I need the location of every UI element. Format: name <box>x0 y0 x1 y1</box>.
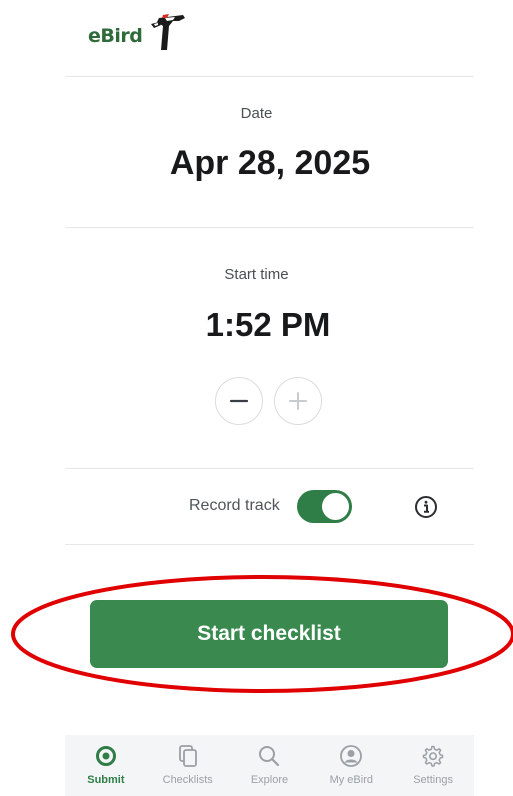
start-checklist-label: Start checklist <box>197 622 341 645</box>
tab-settings[interactable]: Settings <box>392 735 474 796</box>
divider <box>65 468 474 469</box>
record-track-toggle[interactable] <box>297 490 352 523</box>
tab-label: Explore <box>250 774 289 786</box>
search-icon <box>256 743 282 769</box>
start-time-value[interactable]: 1:52 PM <box>0 306 513 344</box>
record-track-label: Record track <box>189 497 280 514</box>
date-label: Date <box>240 105 273 122</box>
checklists-icon <box>175 743 201 769</box>
date-value[interactable]: Apr 28, 2025 <box>0 144 513 183</box>
divider <box>65 227 474 228</box>
plus-icon <box>289 392 307 410</box>
tab-label: Checklists <box>162 774 213 786</box>
tab-label: My eBird <box>329 774 373 786</box>
submit-icon <box>93 743 119 769</box>
tab-explore[interactable]: Explore <box>229 735 311 796</box>
toggle-knob <box>322 493 349 520</box>
decrement-time-button[interactable] <box>215 377 263 425</box>
tab-my-ebird[interactable]: My eBird <box>310 735 392 796</box>
logo-text: eBird <box>88 25 143 47</box>
profile-icon <box>338 743 364 769</box>
bottom-tab-bar: Submit Checklists Explore My eBird Setti… <box>65 735 474 796</box>
divider <box>65 76 474 77</box>
divider <box>65 544 474 545</box>
start-checklist-button[interactable]: Start checklist <box>90 600 448 668</box>
tab-label: Submit <box>87 774 125 786</box>
tab-label: Settings <box>413 774 453 786</box>
minus-icon <box>229 399 249 403</box>
info-icon[interactable] <box>414 495 438 519</box>
woodpecker-logo-icon <box>151 14 186 50</box>
increment-time-button[interactable] <box>274 377 322 425</box>
gear-icon <box>420 743 446 769</box>
tab-checklists[interactable]: Checklists <box>147 735 229 796</box>
tab-submit[interactable]: Submit <box>65 735 147 796</box>
start-time-label: Start time <box>224 266 289 283</box>
ebird-logo: eBird <box>88 12 187 52</box>
